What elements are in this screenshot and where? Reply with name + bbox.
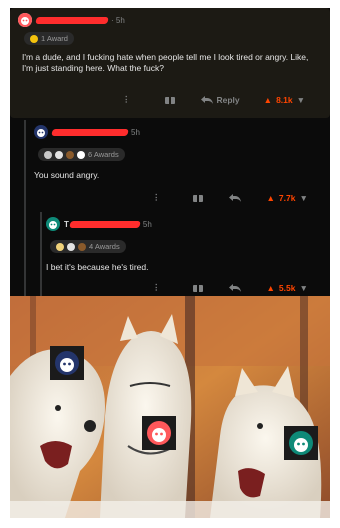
comment-actions: ⋮ ▲ 5.5k ▼	[152, 282, 308, 293]
reply-button[interactable]	[228, 193, 241, 202]
comment-1: · 5h 1 Award I'm a dude, and I fucking h…	[10, 8, 330, 118]
award-icon[interactable]	[164, 95, 175, 104]
award-badge-icon	[77, 150, 85, 159]
awards-pill[interactable]: 6 Awards	[38, 148, 125, 161]
comment-3: T 5h 4 Awards I bet it's because he's ti…	[40, 210, 330, 296]
comment-body: I'm a dude, and I fucking hate when peop…	[22, 52, 309, 73]
award-icon[interactable]	[192, 193, 203, 202]
upvote-icon[interactable]: ▲	[264, 95, 272, 105]
avatar-snoo-red-icon[interactable]	[18, 13, 32, 27]
reply-label: Reply	[216, 94, 240, 105]
awards-count: 6 Awards	[88, 150, 119, 159]
reply-arrow-icon	[228, 283, 241, 292]
reply-arrow-icon	[200, 95, 213, 104]
avatar-snoo-dark-icon[interactable]	[34, 125, 48, 139]
comment-body: I bet it's because he's tired.	[46, 262, 149, 272]
avatar-sticker-dark-icon	[50, 346, 84, 380]
avatar-snoo-teal-icon[interactable]	[46, 217, 60, 231]
thread-line[interactable]	[24, 120, 26, 296]
more-options-icon[interactable]: ⋮	[152, 192, 161, 203]
score: 5.5k	[278, 282, 296, 293]
downvote-icon[interactable]: ▼	[299, 193, 307, 203]
reply-button[interactable]: Reply	[200, 94, 240, 105]
avatar-sticker-teal-icon	[284, 426, 318, 460]
comment-2-header: 5h	[34, 125, 140, 139]
comment-actions: ⋮ Reply ▲ 8.1k ▼	[122, 94, 305, 105]
more-options-icon[interactable]: ⋮	[152, 282, 161, 293]
downvote-icon[interactable]: ▼	[297, 95, 305, 105]
award-badge-icon	[56, 242, 64, 251]
award-icon[interactable]	[192, 283, 203, 292]
awards-pill[interactable]: 4 Awards	[50, 240, 126, 253]
laughing-wolves-meme-image	[10, 296, 330, 518]
comment-3-header: T 5h	[46, 217, 152, 231]
vote-group: ▲ 5.5k ▼	[267, 283, 308, 293]
downvote-icon[interactable]: ▼	[299, 283, 307, 293]
comment-2: 5h 6 Awards You sound angry. ⋮ ▲ 7.7k ▼	[28, 118, 330, 210]
screenshot-frame: · 5h 1 Award I'm a dude, and I fucking h…	[10, 8, 330, 518]
comment-body: You sound angry.	[34, 170, 100, 180]
comment-time: 5h	[142, 219, 152, 229]
score: 8.1k	[276, 94, 293, 105]
awards-count: 4 Awards	[89, 242, 120, 251]
reply-arrow-icon	[228, 193, 241, 202]
reply-button[interactable]	[228, 283, 241, 292]
redacted-username	[35, 16, 109, 24]
upvote-icon[interactable]: ▲	[267, 283, 275, 293]
more-options-icon[interactable]: ⋮	[122, 94, 131, 105]
award-badge-icon	[78, 242, 86, 251]
avatar-sticker-red-icon	[142, 416, 176, 450]
award-badge-icon	[66, 150, 74, 159]
awards-pill[interactable]: 1 Award	[24, 32, 74, 45]
redacted-username	[51, 128, 129, 136]
award-badge-icon	[67, 242, 75, 251]
vote-group: ▲ 8.1k ▼	[264, 95, 305, 105]
upvote-icon[interactable]: ▲	[267, 193, 275, 203]
redacted-username	[69, 220, 141, 228]
award-badge-icon	[55, 150, 63, 159]
vote-group: ▲ 7.7k ▼	[267, 193, 308, 203]
meme-illustration	[10, 296, 330, 518]
score: 7.7k	[278, 192, 296, 203]
gift-icon	[30, 34, 38, 43]
comment-1-header: · 5h	[18, 13, 125, 27]
comment-time: · 5h	[111, 15, 125, 25]
comment-thread: · 5h 1 Award I'm a dude, and I fucking h…	[10, 8, 330, 296]
award-badge-icon	[44, 150, 52, 159]
username-initial: T	[64, 219, 69, 229]
awards-count: 1 Award	[41, 34, 68, 43]
comment-actions: ⋮ ▲ 7.7k ▼	[152, 192, 308, 203]
comment-time: 5h	[131, 127, 140, 137]
